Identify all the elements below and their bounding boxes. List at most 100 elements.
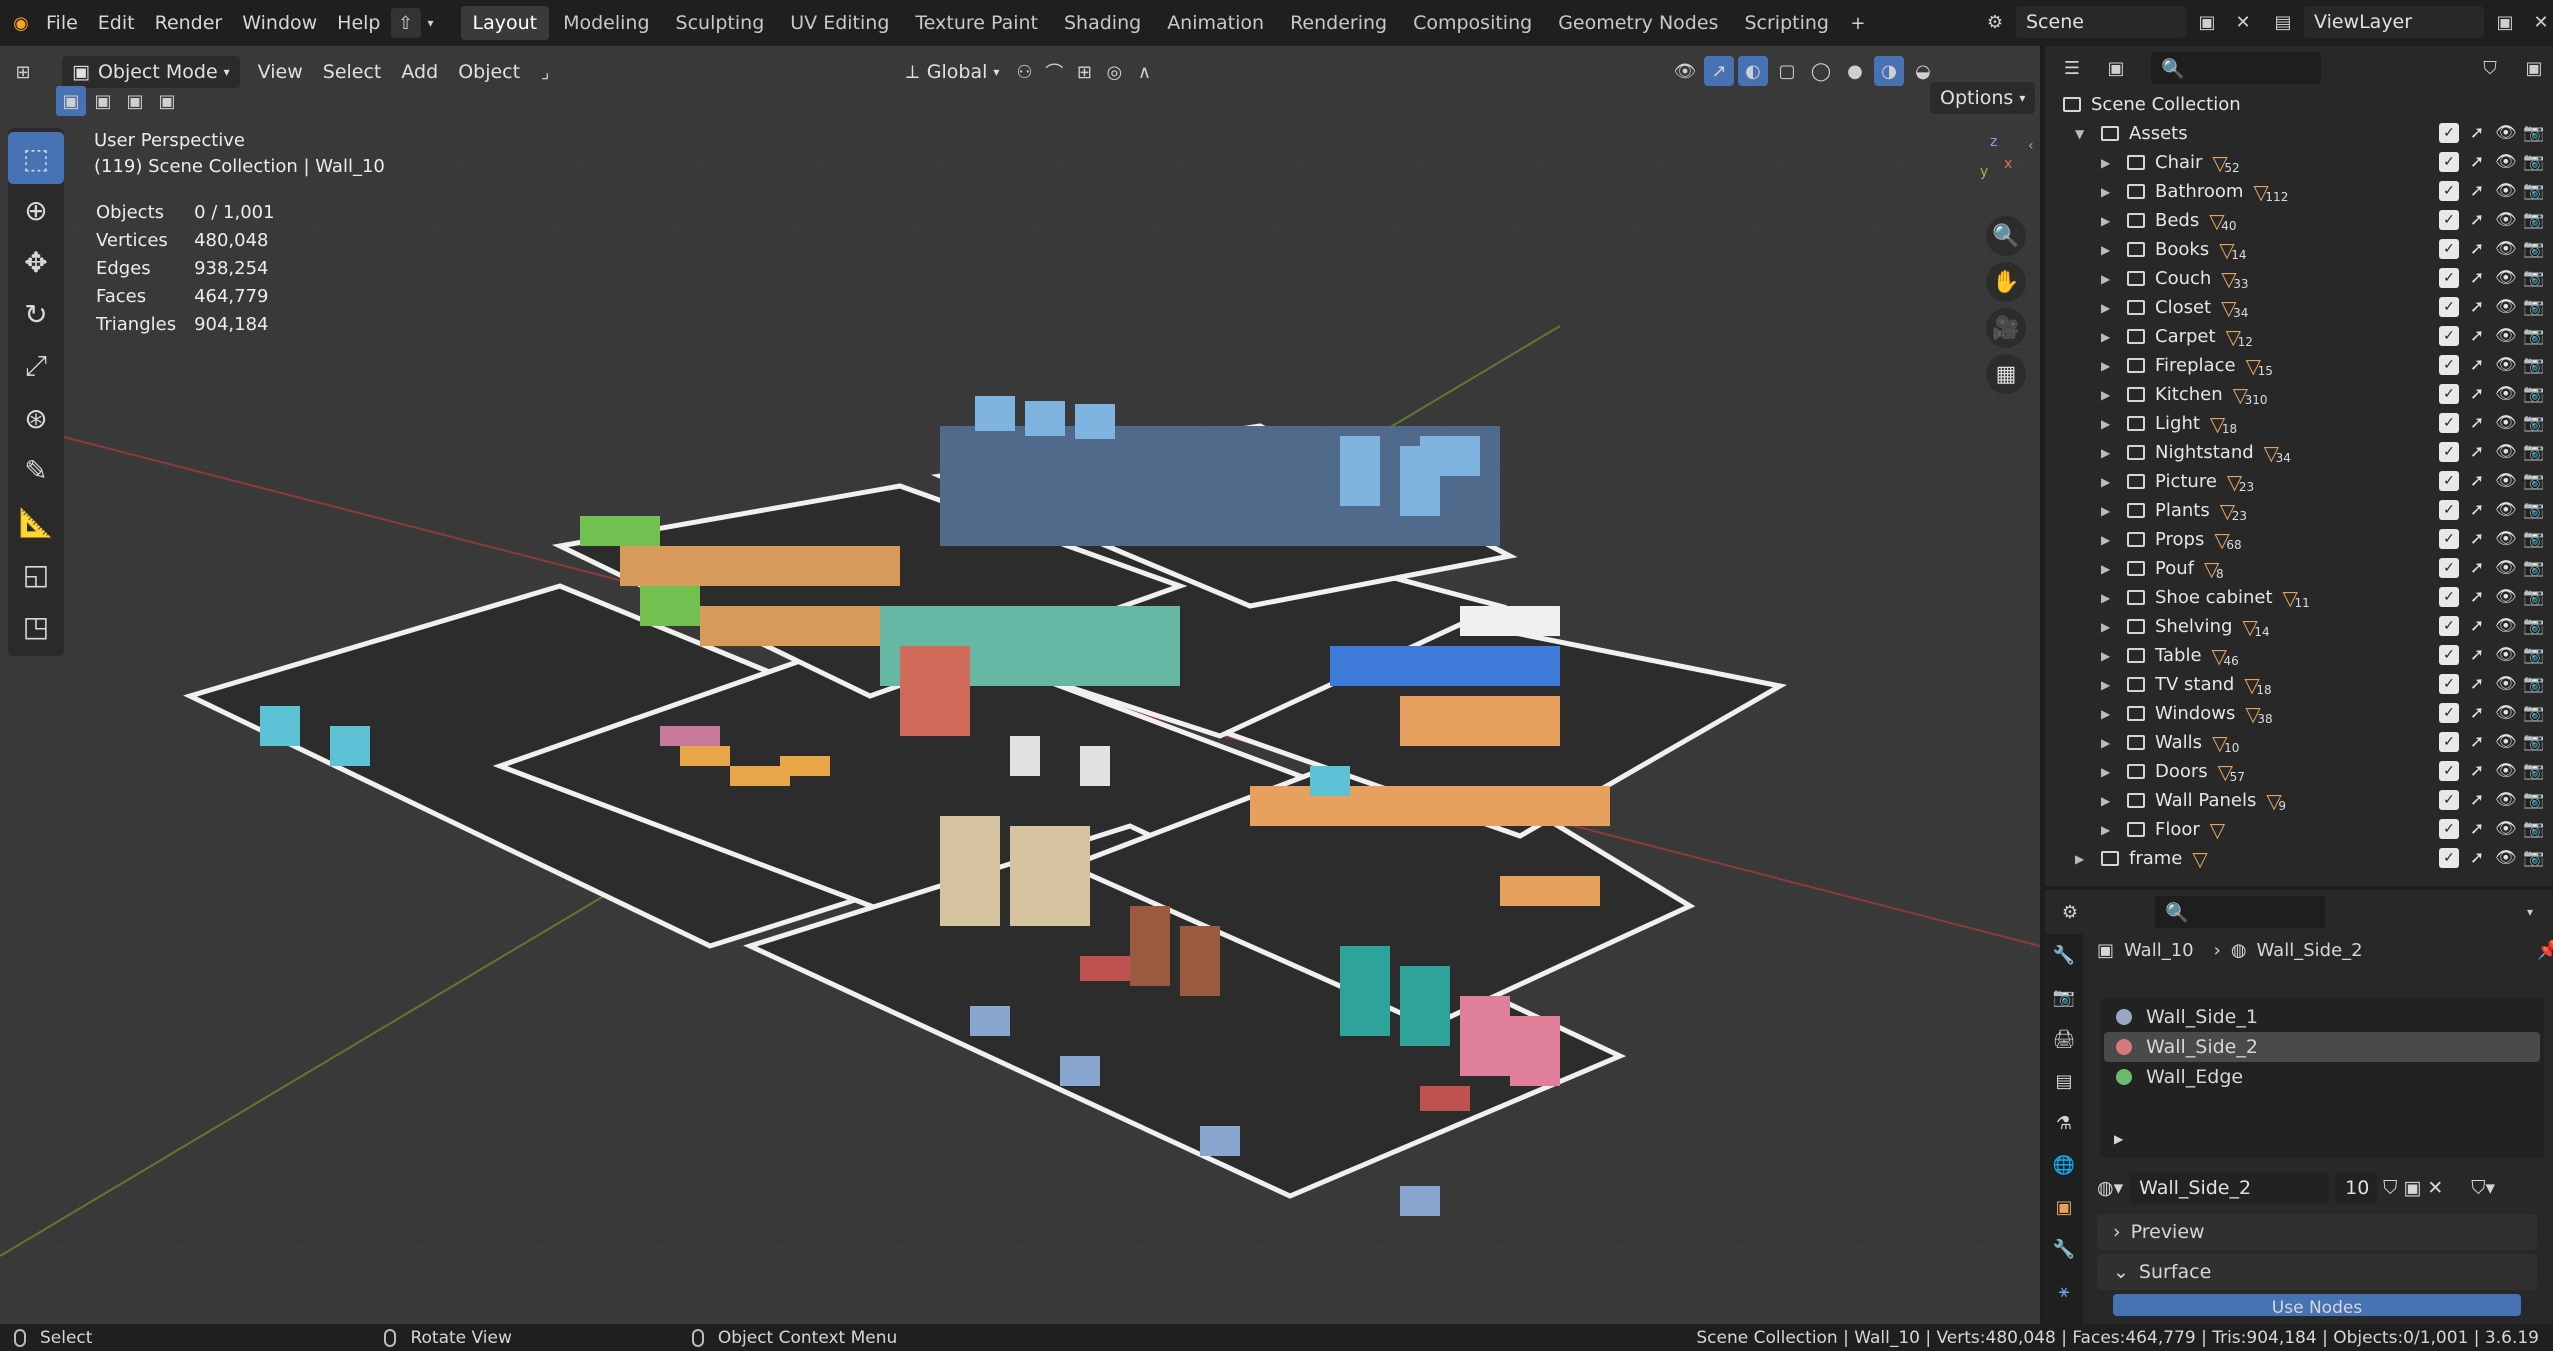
expand-right-icon[interactable]: ▶ [2101, 620, 2115, 634]
camera-icon[interactable]: 📷 [2523, 529, 2544, 549]
users-count[interactable]: 10 [2335, 1172, 2378, 1204]
extra-tool[interactable]: ◳ [8, 600, 64, 652]
camera-icon[interactable]: 🎥 [1986, 308, 2026, 348]
tree-row-collection[interactable]: ▶ Light ▽ 18 ✓ ➚ 👁 📷 [2045, 409, 2553, 438]
checkbox-icon[interactable]: ✓ [2439, 442, 2459, 462]
tree-row-collection[interactable]: ▶ Nightstand ▽ 34 ✓ ➚ 👁 📷 [2045, 438, 2553, 467]
tab-texture-paint[interactable]: Texture Paint [903, 6, 1050, 40]
output-tab-icon[interactable]: 🖨 [2045, 1018, 2083, 1060]
tree-row-collection[interactable]: ▶ Books ▽ 14 ✓ ➚ 👁 📷 [2045, 235, 2553, 264]
3d-viewport[interactable]: ⊞ ▣ Object Mode ▾ View Select Add Object… [0, 46, 2040, 1324]
transform-tool[interactable]: ⊛ [8, 392, 64, 444]
select-extend-icon[interactable]: ▣ [88, 86, 118, 116]
eye-icon[interactable]: 👁 [2495, 703, 2517, 723]
select-arrow-icon[interactable]: ➚ [2467, 355, 2487, 375]
camera-icon[interactable]: 📷 [2523, 819, 2544, 839]
expand-right-icon[interactable]: ▶ [2101, 475, 2115, 489]
checkbox-icon[interactable]: ✓ [2439, 384, 2459, 404]
material-slot-row-selected[interactable]: Wall_Side_2 [2104, 1032, 2540, 1062]
checkbox-icon[interactable]: ✓ [2439, 500, 2459, 520]
eye-icon[interactable]: 👁 [2495, 529, 2517, 549]
select-arrow-icon[interactable]: ➚ [2467, 123, 2487, 143]
camera-icon[interactable]: 📷 [2523, 471, 2544, 491]
select-arrow-icon[interactable]: ➚ [2467, 442, 2487, 462]
material-slot-row[interactable]: Wall_Side_1 [2104, 1002, 2540, 1032]
tree-row-collection[interactable]: ▶ Couch ▽ 33 ✓ ➚ 👁 📷 [2045, 264, 2553, 293]
render-tab-icon[interactable]: 📷 [2045, 976, 2083, 1018]
duplicate-icon[interactable]: ▣ [2403, 1177, 2421, 1199]
expand-right-icon[interactable]: ▶ [2075, 852, 2089, 866]
camera-icon[interactable]: 📷 [2523, 355, 2544, 375]
tab-compositing[interactable]: Compositing [1401, 6, 1544, 40]
menu-help[interactable]: Help [327, 5, 390, 41]
tree-row-collection[interactable]: ▶ Floor ▽ ✓ ➚ 👁 📷 [2045, 815, 2553, 844]
select-arrow-icon[interactable]: ➚ [2467, 645, 2487, 665]
eye-icon[interactable]: 👁 [2495, 413, 2517, 433]
select-arrow-icon[interactable]: ➚ [2467, 761, 2487, 781]
camera-icon[interactable]: 📷 [2523, 123, 2544, 143]
expand-right-icon[interactable]: ▶ [2101, 214, 2115, 228]
camera-icon[interactable]: 📷 [2523, 181, 2544, 201]
eye-icon[interactable]: 👁 [2495, 790, 2517, 810]
camera-icon[interactable]: 📷 [2523, 761, 2544, 781]
menu-file[interactable]: File [36, 5, 88, 41]
scene-tab-icon[interactable]: ⚗ [2045, 1102, 2083, 1144]
tab-rendering[interactable]: Rendering [1278, 6, 1399, 40]
expand-right-icon[interactable]: ▶ [2101, 678, 2115, 692]
gizmos-icon[interactable]: ↗ [1704, 56, 1734, 86]
expand-right-icon[interactable]: ▶ [2101, 562, 2115, 576]
view-layer-icon[interactable]: ▤ [2268, 7, 2298, 37]
select-arrow-icon[interactable]: ➚ [2467, 239, 2487, 259]
properties-editor-icon[interactable]: ⚙ [2055, 897, 2085, 927]
checkbox-icon[interactable]: ✓ [2439, 471, 2459, 491]
select-box-tool[interactable]: ⬚ [8, 132, 64, 184]
menu-edit[interactable]: Edit [88, 5, 145, 41]
menu-select[interactable]: Select [313, 56, 392, 88]
eye-icon[interactable]: 👁 [2495, 645, 2517, 665]
pan-hand-icon[interactable]: ✋ [1986, 262, 2026, 302]
tree-row-collection[interactable]: ▶ Closet ▽ 34 ✓ ➚ 👁 📷 [2045, 293, 2553, 322]
tab-scripting[interactable]: Scripting [1732, 6, 1841, 40]
checkbox-icon[interactable]: ✓ [2439, 181, 2459, 201]
scale-tool[interactable]: ⤢ [8, 340, 64, 392]
expand-right-icon[interactable]: ▶ [2101, 156, 2115, 170]
view-layer-field[interactable]: ViewLayer [2304, 6, 2484, 38]
material-slot-row[interactable]: Wall_Edge [2104, 1062, 2540, 1092]
tree-row-collection[interactable]: ▶ Wall Panels ▽ 9 ✓ ➚ 👁 📷 [2045, 786, 2553, 815]
material-browse-icon[interactable]: ◍▾ [2097, 1177, 2123, 1199]
new-scene-icon[interactable]: ▣ [2192, 7, 2222, 37]
tree-row-collection[interactable]: ▶ Table ▽ 46 ✓ ➚ 👁 📷 [2045, 641, 2553, 670]
snap-icon[interactable]: ⌒ [1039, 57, 1069, 87]
expand-right-icon[interactable]: ▶ [2101, 649, 2115, 663]
pin-icon[interactable]: 📌 [2537, 940, 2553, 961]
collapse-sidebar-icon[interactable]: ‹ [2028, 138, 2034, 154]
scene-field[interactable]: Scene [2016, 6, 2186, 38]
checkbox-icon[interactable]: ✓ [2439, 819, 2459, 839]
camera-icon[interactable]: 📷 [2523, 413, 2544, 433]
modifier-tab-icon[interactable]: 🔧 [2045, 1228, 2083, 1270]
close-view-layer-icon[interactable]: ✕ [2526, 7, 2553, 37]
visibility-icon[interactable]: 👁 [1670, 56, 1700, 86]
blender-logo-icon[interactable]: ◉ [6, 8, 36, 38]
select-arrow-icon[interactable]: ➚ [2467, 326, 2487, 346]
upload-icon[interactable]: ⇧ [390, 8, 421, 38]
checkbox-icon[interactable]: ✓ [2439, 152, 2459, 172]
editor-type-icon[interactable]: ⊞ [8, 57, 38, 87]
checkbox-icon[interactable]: ✓ [2439, 123, 2459, 143]
checkbox-icon[interactable]: ✓ [2439, 268, 2459, 288]
expand-right-icon[interactable]: ▶ [2101, 736, 2115, 750]
camera-icon[interactable]: 📷 [2523, 297, 2544, 317]
tree-row-collection[interactable]: ▶ Carpet ▽ 12 ✓ ➚ 👁 📷 [2045, 322, 2553, 351]
eye-icon[interactable]: 👁 [2495, 471, 2517, 491]
checkbox-icon[interactable]: ✓ [2439, 210, 2459, 230]
material-shading-icon[interactable]: ◑ [1874, 56, 1904, 86]
tab-animation[interactable]: Animation [1155, 6, 1276, 40]
select-arrow-icon[interactable]: ➚ [2467, 210, 2487, 230]
overlays-icon[interactable]: ◐ [1738, 56, 1768, 86]
expand-right-icon[interactable]: ▶ [2101, 504, 2115, 518]
select-new-icon[interactable]: ▣ [56, 86, 86, 116]
expand-right-icon[interactable]: ▶ [2101, 446, 2115, 460]
expand-right-icon[interactable]: ▶ [2101, 533, 2115, 547]
camera-icon[interactable]: 📷 [2523, 210, 2544, 230]
select-arrow-icon[interactable]: ➚ [2467, 674, 2487, 694]
